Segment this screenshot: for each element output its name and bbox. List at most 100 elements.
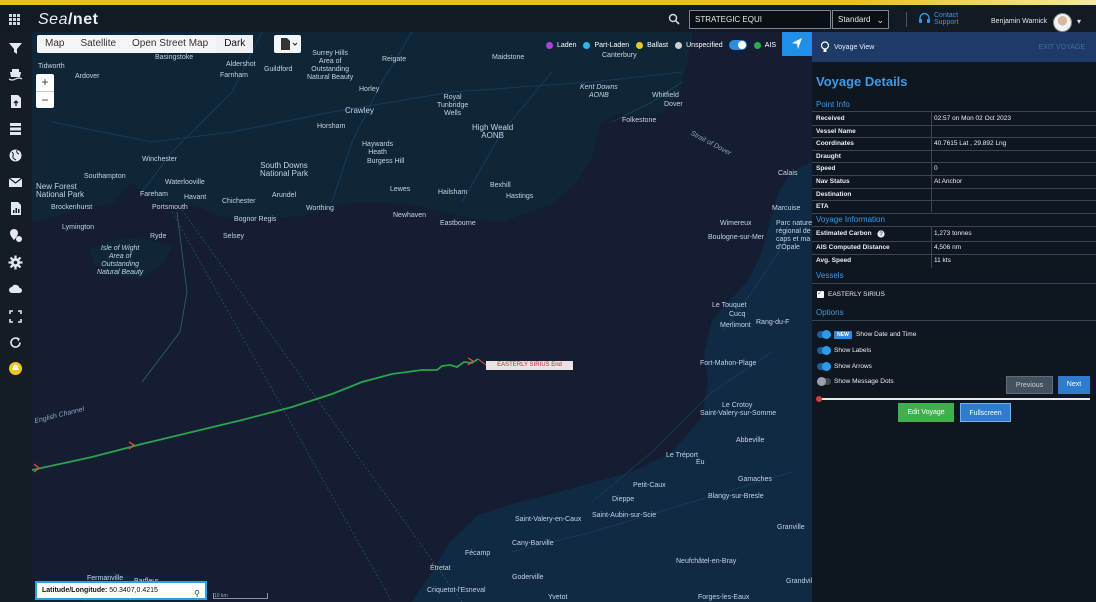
- divider: [812, 111, 1096, 112]
- navigate-arrow-icon[interactable]: [782, 32, 812, 56]
- divider: [812, 283, 1096, 284]
- toggle-show-message-dots[interactable]: [817, 377, 831, 386]
- coordinate-readout: Latitude/Longitude: 50.3407,0.4215 ⚲: [35, 581, 207, 600]
- timeline-slider[interactable]: [819, 398, 1090, 400]
- location-pin-icon[interactable]: [8, 228, 23, 243]
- divider: [812, 226, 1096, 227]
- place-label: Criquetot-l'Esneval: [427, 587, 486, 594]
- place-label: Fécamp: [465, 550, 491, 557]
- toggle-show-arrows[interactable]: [817, 362, 831, 371]
- headset-icon[interactable]: [918, 12, 931, 25]
- place-label: Eastbourne: [440, 220, 476, 227]
- place-label: Burgess Hill: [367, 158, 405, 165]
- england-land: [32, 32, 692, 222]
- timeline-slider-handle[interactable]: [816, 396, 822, 402]
- alert-icon[interactable]: [8, 361, 23, 376]
- section-voyage-info: Voyage Information: [816, 215, 885, 224]
- map-scale-bar: 10 km: [213, 593, 268, 599]
- place-label: Ardover: [75, 73, 100, 80]
- divider: [931, 226, 932, 268]
- voyage-track[interactable]: [32, 358, 479, 471]
- layer-dark-button[interactable]: Dark: [216, 35, 254, 53]
- place-label: Grandvilliers: [786, 578, 812, 585]
- map-canvas[interactable]: Tidworth Basingstoke Ardover Farnham Ald…: [32, 32, 812, 602]
- place-label: Hailsham: [438, 189, 468, 196]
- place-label: Horsham: [317, 123, 346, 130]
- zoom-control: + −: [36, 74, 54, 108]
- place-label: Marcuise: [772, 205, 801, 212]
- place-label: Saint-Aubin-sur-Scie: [592, 512, 657, 519]
- place-label: Cany-Barville: [512, 540, 554, 547]
- place-label: Fort-Mahon-Plage: [700, 360, 757, 367]
- place-label: Basingstoke: [155, 54, 194, 61]
- divider: [812, 187, 1096, 189]
- ais-toggle[interactable]: [728, 40, 747, 50]
- place-label: Surrey Hills Area of Outstanding Natural…: [307, 50, 354, 81]
- vessel-checkbox[interactable]: [817, 289, 824, 298]
- document-upload-icon[interactable]: [8, 94, 23, 109]
- weather-icon[interactable]: [8, 282, 23, 297]
- place-label: South Downs National Park: [260, 161, 309, 178]
- app-grid-icon[interactable]: [9, 14, 20, 25]
- place-label: Portsmouth: [152, 204, 188, 211]
- exit-voyage-button[interactable]: EXIT VOYAGE: [1039, 44, 1085, 51]
- place-label: Farnham: [220, 72, 249, 79]
- place-label: Folkestone: [622, 117, 657, 124]
- report-icon[interactable]: [8, 201, 23, 216]
- layer-map-button[interactable]: Map: [37, 35, 72, 53]
- export-document-icon[interactable]: [274, 35, 301, 53]
- info-key: ETA: [816, 203, 829, 211]
- info-key: Draught: [816, 152, 841, 160]
- toggle-show-date-time[interactable]: [817, 330, 831, 339]
- divider: [812, 212, 1096, 214]
- filter-icon[interactable]: [8, 41, 23, 56]
- mode-select[interactable]: Standard ⌄: [832, 10, 889, 29]
- mail-icon[interactable]: [8, 175, 23, 190]
- legend-ais-dot: [753, 41, 761, 49]
- info-icon[interactable]: ?: [877, 230, 885, 238]
- vessel-icon[interactable]: [8, 67, 23, 82]
- place-label: Abbeville: [736, 437, 765, 444]
- info-key: Nav Status: [816, 178, 850, 185]
- end-label-leader: [477, 358, 487, 366]
- layer-satellite-button[interactable]: Satellite: [72, 35, 124, 53]
- info-value: 1,273 tonnes: [934, 230, 972, 237]
- toggle-show-labels[interactable]: [817, 346, 831, 355]
- info-value: 02:57 on Mon 02 Oct 2023: [934, 115, 1011, 122]
- info-key: Estimated Carbon: [816, 230, 872, 237]
- next-button[interactable]: Next: [1058, 376, 1090, 394]
- globe-icon[interactable]: [8, 148, 23, 163]
- search-icon[interactable]: [668, 13, 680, 25]
- divider: [812, 124, 1096, 126]
- user-menu-chevron-icon[interactable]: ▾: [1077, 17, 1081, 26]
- fullscreen-button[interactable]: Fullscreen: [960, 403, 1011, 422]
- list-icon[interactable]: [8, 121, 23, 136]
- map-pin-icon[interactable]: ⚲: [194, 586, 200, 601]
- settings-icon[interactable]: [8, 255, 23, 270]
- place-label: Bexhill: [490, 182, 511, 189]
- voyage-end-label[interactable]: EASTERLY SIRIUS End: [486, 361, 573, 370]
- legend-label: AIS: [764, 41, 776, 49]
- previous-button[interactable]: Previous: [1006, 376, 1053, 394]
- place-label: Le Crotoy: [722, 402, 753, 409]
- search-input[interactable]: [689, 10, 831, 29]
- option-label: Show Labels: [834, 347, 872, 354]
- place-label: Rang-du-F: [756, 319, 790, 326]
- track-arrow-icon: [467, 357, 475, 366]
- fullscreen-icon[interactable]: [8, 309, 23, 324]
- edit-voyage-button[interactable]: Edit Voyage: [898, 403, 954, 422]
- place-label: Kent Downs AONB: [580, 84, 618, 99]
- zoom-out-button[interactable]: −: [36, 91, 54, 108]
- section-vessels: Vessels: [816, 271, 844, 280]
- place-label: Le Touquet: [712, 302, 747, 309]
- place-label: Wimereux: [720, 220, 752, 227]
- layer-osm-button[interactable]: Open Street Map: [124, 35, 216, 53]
- refresh-icon[interactable]: [8, 335, 23, 350]
- section-point-info: Point Info: [816, 100, 850, 109]
- place-label: Eu: [696, 459, 705, 466]
- contact-support-link[interactable]: Contact Support: [934, 12, 959, 26]
- avatar[interactable]: [1053, 13, 1072, 32]
- voyage-view-label: Voyage View: [834, 44, 875, 51]
- zoom-in-button[interactable]: +: [36, 74, 54, 91]
- place-label: Lewes: [390, 186, 411, 193]
